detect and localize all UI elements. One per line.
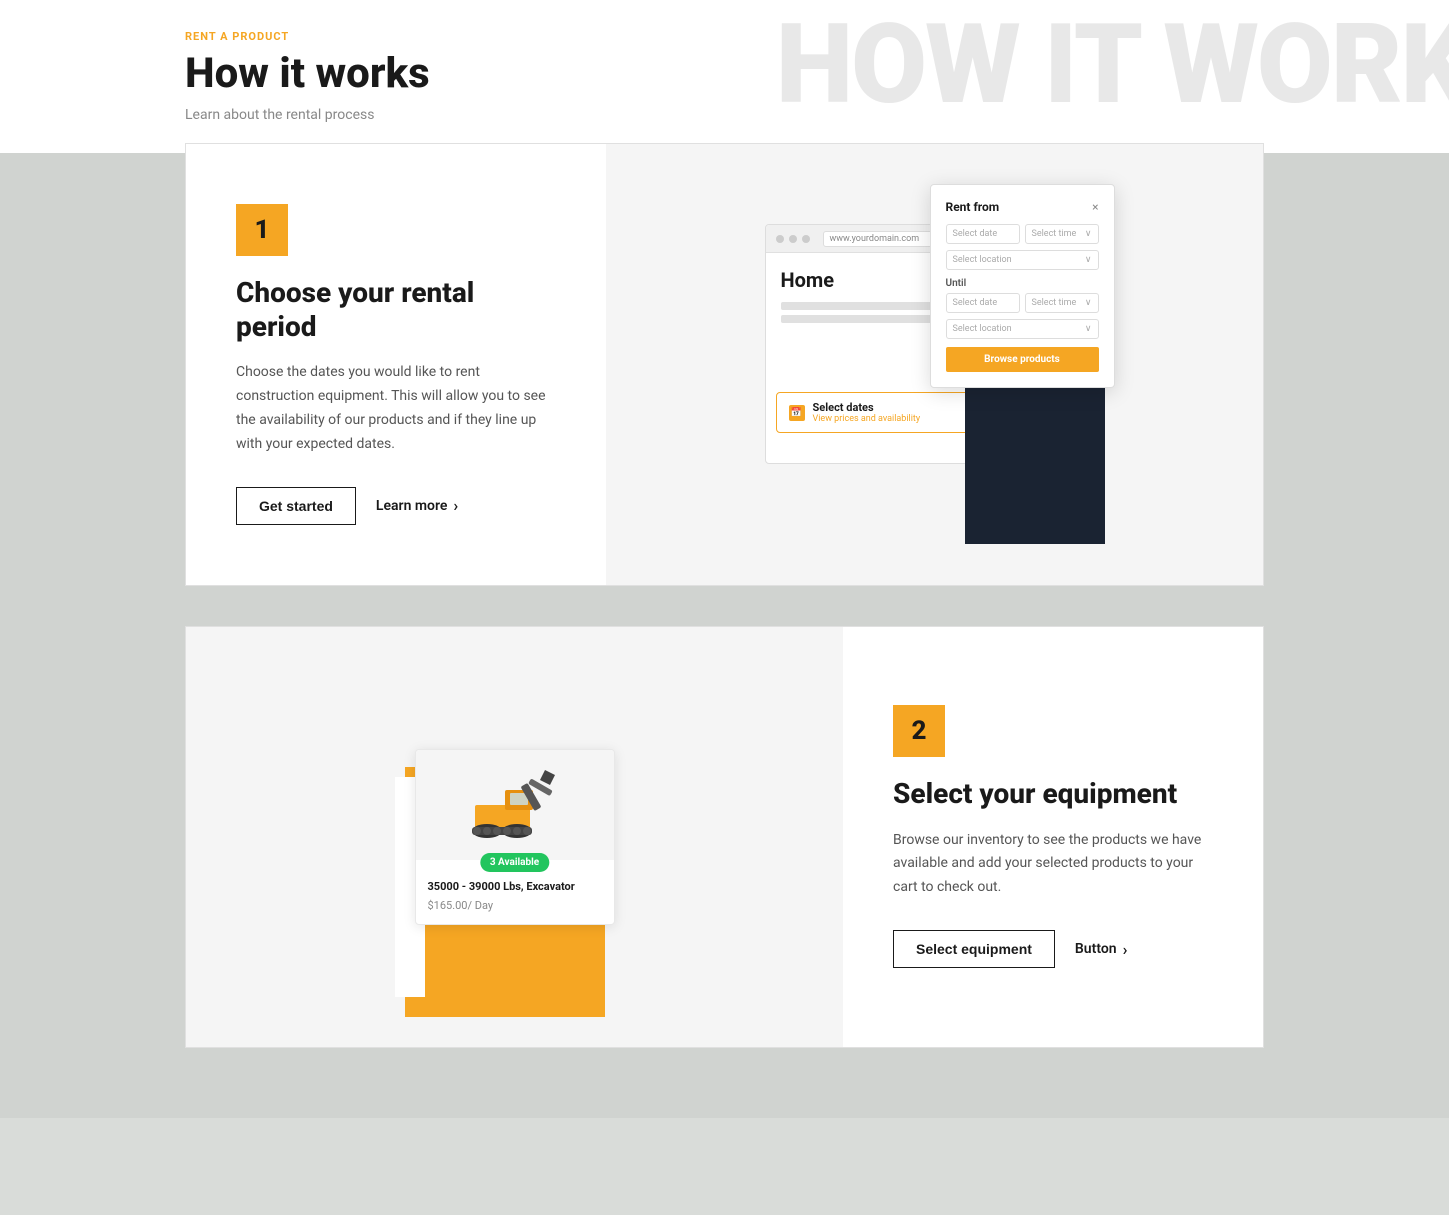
modal-location-field[interactable]: Select location ∨ <box>946 250 1099 270</box>
select-dates-text: Select dates View prices and availabilit… <box>813 401 921 424</box>
select-dates-sub: View prices and availability <box>813 414 921 424</box>
modal-time-field[interactable]: Select time ∨ <box>1025 224 1099 244</box>
excavator-illustration <box>455 765 575 845</box>
step1-right: www.yourdomain.com Home 📅 Select da <box>606 144 1263 584</box>
step2-description: Browse our inventory to see the products… <box>893 829 1213 900</box>
step1-title: Choose your rental period <box>236 276 556 343</box>
modal-close-button[interactable]: × <box>1092 200 1098 214</box>
modal-from-row: Select date Select time ∨ <box>946 224 1099 244</box>
page-title: How it works <box>185 51 1449 97</box>
rent-label: RENT A PRODUCT <box>185 30 1449 43</box>
step2-arrow-icon: › <box>1123 940 1128 959</box>
step1-description: Choose the dates you would like to rent … <box>236 361 556 456</box>
header-section: RENT A PRODUCT How it works Learn about … <box>0 0 1449 153</box>
step1-card: 1 Choose your rental period Choose the d… <box>185 143 1264 585</box>
modal-until-label: Until <box>946 278 1099 289</box>
step2-card: 3 Available 35000 - 39000 Lbs, Excavator… <box>185 626 1264 1048</box>
modal-dropdown-icon: ∨ <box>1085 229 1092 239</box>
arrow-icon: › <box>453 496 458 515</box>
step1-mockup: www.yourdomain.com Home 📅 Select da <box>765 184 1105 544</box>
select-dates-button[interactable]: 📅 Select dates View prices and availabil… <box>776 392 996 433</box>
step1-actions: Get started Learn more › <box>236 487 556 525</box>
equipment-card: 3 Available 35000 - 39000 Lbs, Excavator… <box>415 749 615 925</box>
available-badge: 3 Available <box>480 853 549 872</box>
modal-date-field[interactable]: Select date <box>946 224 1020 244</box>
modal-title: Rent from <box>946 200 1000 214</box>
select-dates-main: Select dates <box>813 401 921 414</box>
modal-location-dropdown-icon: ∨ <box>1085 255 1092 265</box>
step1-badge: 1 <box>236 204 288 256</box>
select-equipment-button[interactable]: Select equipment <box>893 930 1055 968</box>
modal-header: Rent from × <box>946 200 1099 214</box>
modal-until-date-field[interactable]: Select date <box>946 293 1020 313</box>
step2-actions: Select equipment Button › <box>893 930 1213 968</box>
page-subtitle: Learn about the rental process <box>185 107 1449 123</box>
browser-dot-2 <box>789 235 797 243</box>
rent-modal: Rent from × Select date Select time ∨ <box>930 184 1115 388</box>
browser-bar-2 <box>781 315 948 323</box>
modal-until-location-dropdown-icon: ∨ <box>1085 324 1092 334</box>
modal-until-time-field[interactable]: Select time ∨ <box>1025 293 1099 313</box>
get-started-button[interactable]: Get started <box>236 487 356 525</box>
step2-right: 3 Available 35000 - 39000 Lbs, Excavator… <box>186 627 843 1047</box>
calendar-icon: 📅 <box>789 405 805 421</box>
step2-title: Select your equipment <box>893 777 1213 811</box>
equipment-name: 35000 - 39000 Lbs, Excavator <box>428 880 602 893</box>
equipment-mockup: 3 Available 35000 - 39000 Lbs, Excavator… <box>345 657 685 1017</box>
step2-badge: 2 <box>893 705 945 757</box>
equipment-image: 3 Available <box>416 750 614 860</box>
modal-until-row: Select date Select time ∨ <box>946 293 1099 313</box>
browser-dot-1 <box>776 235 784 243</box>
equipment-price: $165.00/ Day <box>428 899 602 912</box>
learn-more-link[interactable]: Learn more › <box>376 496 458 515</box>
step2-link[interactable]: Button › <box>1075 940 1128 959</box>
select-dates-left: 📅 Select dates View prices and availabil… <box>789 401 921 424</box>
step2-left: 2 Select your equipment Browse our inven… <box>843 627 1263 1047</box>
modal-until-dropdown-icon: ∨ <box>1085 298 1092 308</box>
content-area: 1 Choose your rental period Choose the d… <box>0 153 1449 1117</box>
step1-left: 1 Choose your rental period Choose the d… <box>186 144 606 584</box>
browse-products-button[interactable]: Browse products <box>946 347 1099 372</box>
browser-dot-3 <box>802 235 810 243</box>
modal-until-location-field[interactable]: Select location ∨ <box>946 319 1099 339</box>
